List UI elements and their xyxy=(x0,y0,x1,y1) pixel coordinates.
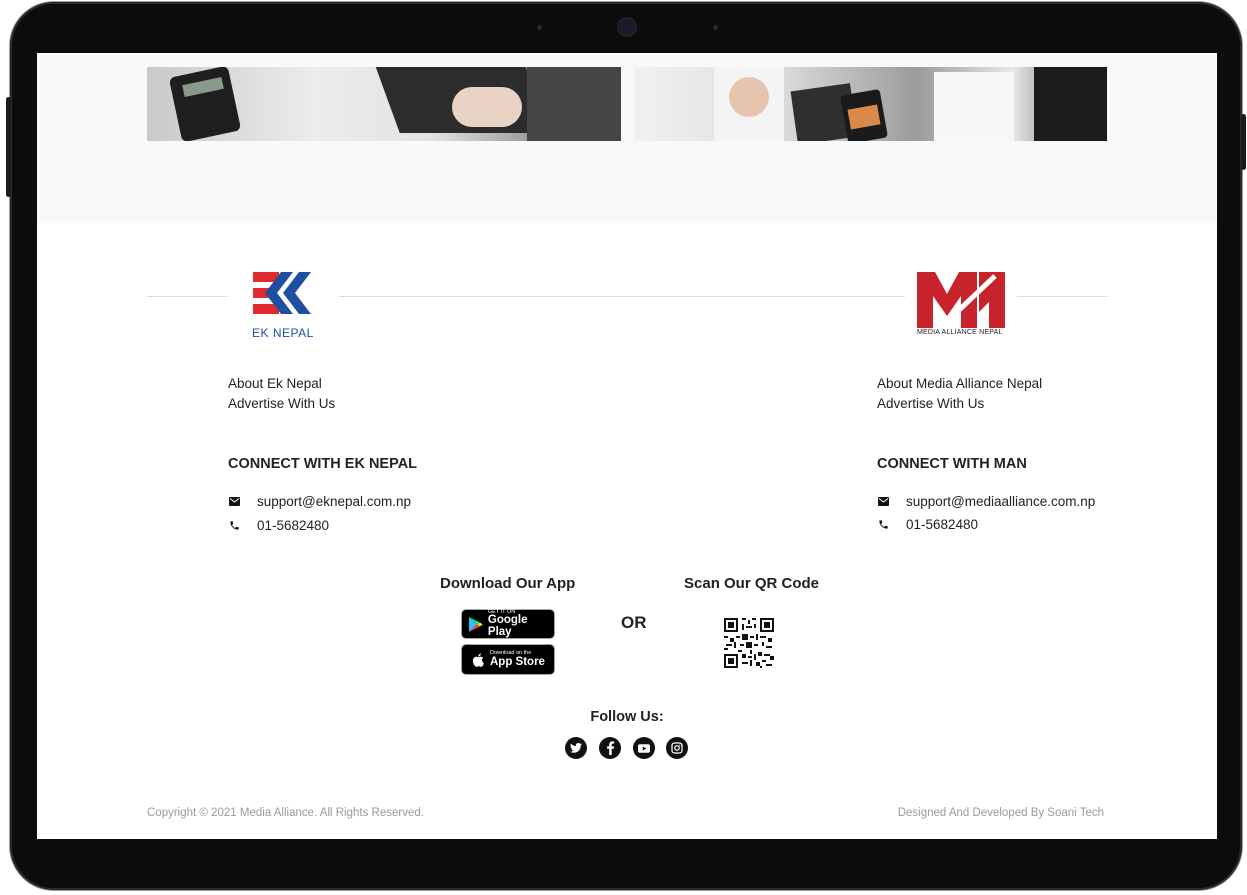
power-button xyxy=(1241,114,1246,170)
article-image-documents[interactable] xyxy=(634,67,1107,141)
ek-phone-text[interactable]: 01-5682480 xyxy=(257,518,329,533)
top-image-section xyxy=(37,53,1217,223)
advertise-media-alliance-link[interactable]: Advertise With Us xyxy=(877,396,984,411)
app-store-big-text: App Store xyxy=(490,655,545,668)
about-media-alliance-link[interactable]: About Media Alliance Nepal xyxy=(877,376,1042,391)
copyright-text: Copyright © 2021 Media Alliance. All Rig… xyxy=(147,807,424,819)
divider-left xyxy=(147,296,227,297)
mail-icon xyxy=(877,496,890,508)
divider-center xyxy=(339,296,905,297)
screen: EK NEPAL MEDIA ALLIANCE NEPAL About Ek N… xyxy=(37,53,1217,839)
youtube-icon[interactable] xyxy=(633,737,655,759)
qr-code[interactable] xyxy=(724,618,774,668)
download-app-title: Download Our App xyxy=(440,575,576,592)
instagram-icon[interactable] xyxy=(666,737,688,759)
phone-icon xyxy=(228,520,241,532)
google-play-icon xyxy=(468,616,483,632)
follow-us-label: Follow Us: xyxy=(590,709,664,725)
mail-icon xyxy=(228,496,241,508)
phone-icon xyxy=(877,519,890,531)
google-play-big-text: Google Play xyxy=(487,614,528,638)
app-store-button[interactable]: Download on the App Store xyxy=(461,644,555,675)
volume-button xyxy=(6,97,11,197)
camera-sensor-left xyxy=(537,25,542,30)
or-separator: OR xyxy=(621,613,647,632)
advertise-ek-nepal-link[interactable]: Advertise With Us xyxy=(228,396,335,411)
ek-nepal-logo[interactable]: EK NEPAL xyxy=(251,272,313,340)
facebook-icon[interactable] xyxy=(599,737,621,759)
google-play-button[interactable]: GET IT ON Google Play xyxy=(461,609,555,639)
connect-ek-nepal-heading: CONNECT WITH EK NEPAL xyxy=(228,456,418,472)
article-image-laptop[interactable] xyxy=(147,67,621,141)
man-phone-row[interactable]: 01-5682480 xyxy=(877,517,978,532)
developer-credit[interactable]: Designed And Developed By Soani Tech xyxy=(898,807,1104,819)
man-email-row[interactable]: support@mediaalliance.com.np xyxy=(877,494,1095,509)
apple-icon xyxy=(472,653,484,667)
divider-right xyxy=(1017,296,1107,297)
about-ek-nepal-link[interactable]: About Ek Nepal xyxy=(228,376,322,391)
ek-nepal-logo-text: EK NEPAL xyxy=(252,326,314,340)
scan-qr-title: Scan Our QR Code xyxy=(684,575,820,592)
camera-sensor-right xyxy=(713,25,718,30)
media-alliance-logo[interactable]: MEDIA ALLIANCE NEPAL xyxy=(917,272,1007,340)
ek-phone-row[interactable]: 01-5682480 xyxy=(228,518,329,533)
front-camera xyxy=(619,19,635,35)
twitter-icon[interactable] xyxy=(565,737,587,759)
connect-man-heading: CONNECT WITH MAN xyxy=(877,456,1027,472)
ek-email-text[interactable]: support@eknepal.com.np xyxy=(257,494,411,509)
media-alliance-logo-mark xyxy=(917,272,1005,328)
ek-email-row[interactable]: support@eknepal.com.np xyxy=(228,494,411,509)
man-email-text[interactable]: support@mediaalliance.com.np xyxy=(906,494,1095,509)
man-phone-text[interactable]: 01-5682480 xyxy=(906,517,978,532)
media-alliance-logo-text: MEDIA ALLIANCE NEPAL xyxy=(917,329,1003,336)
